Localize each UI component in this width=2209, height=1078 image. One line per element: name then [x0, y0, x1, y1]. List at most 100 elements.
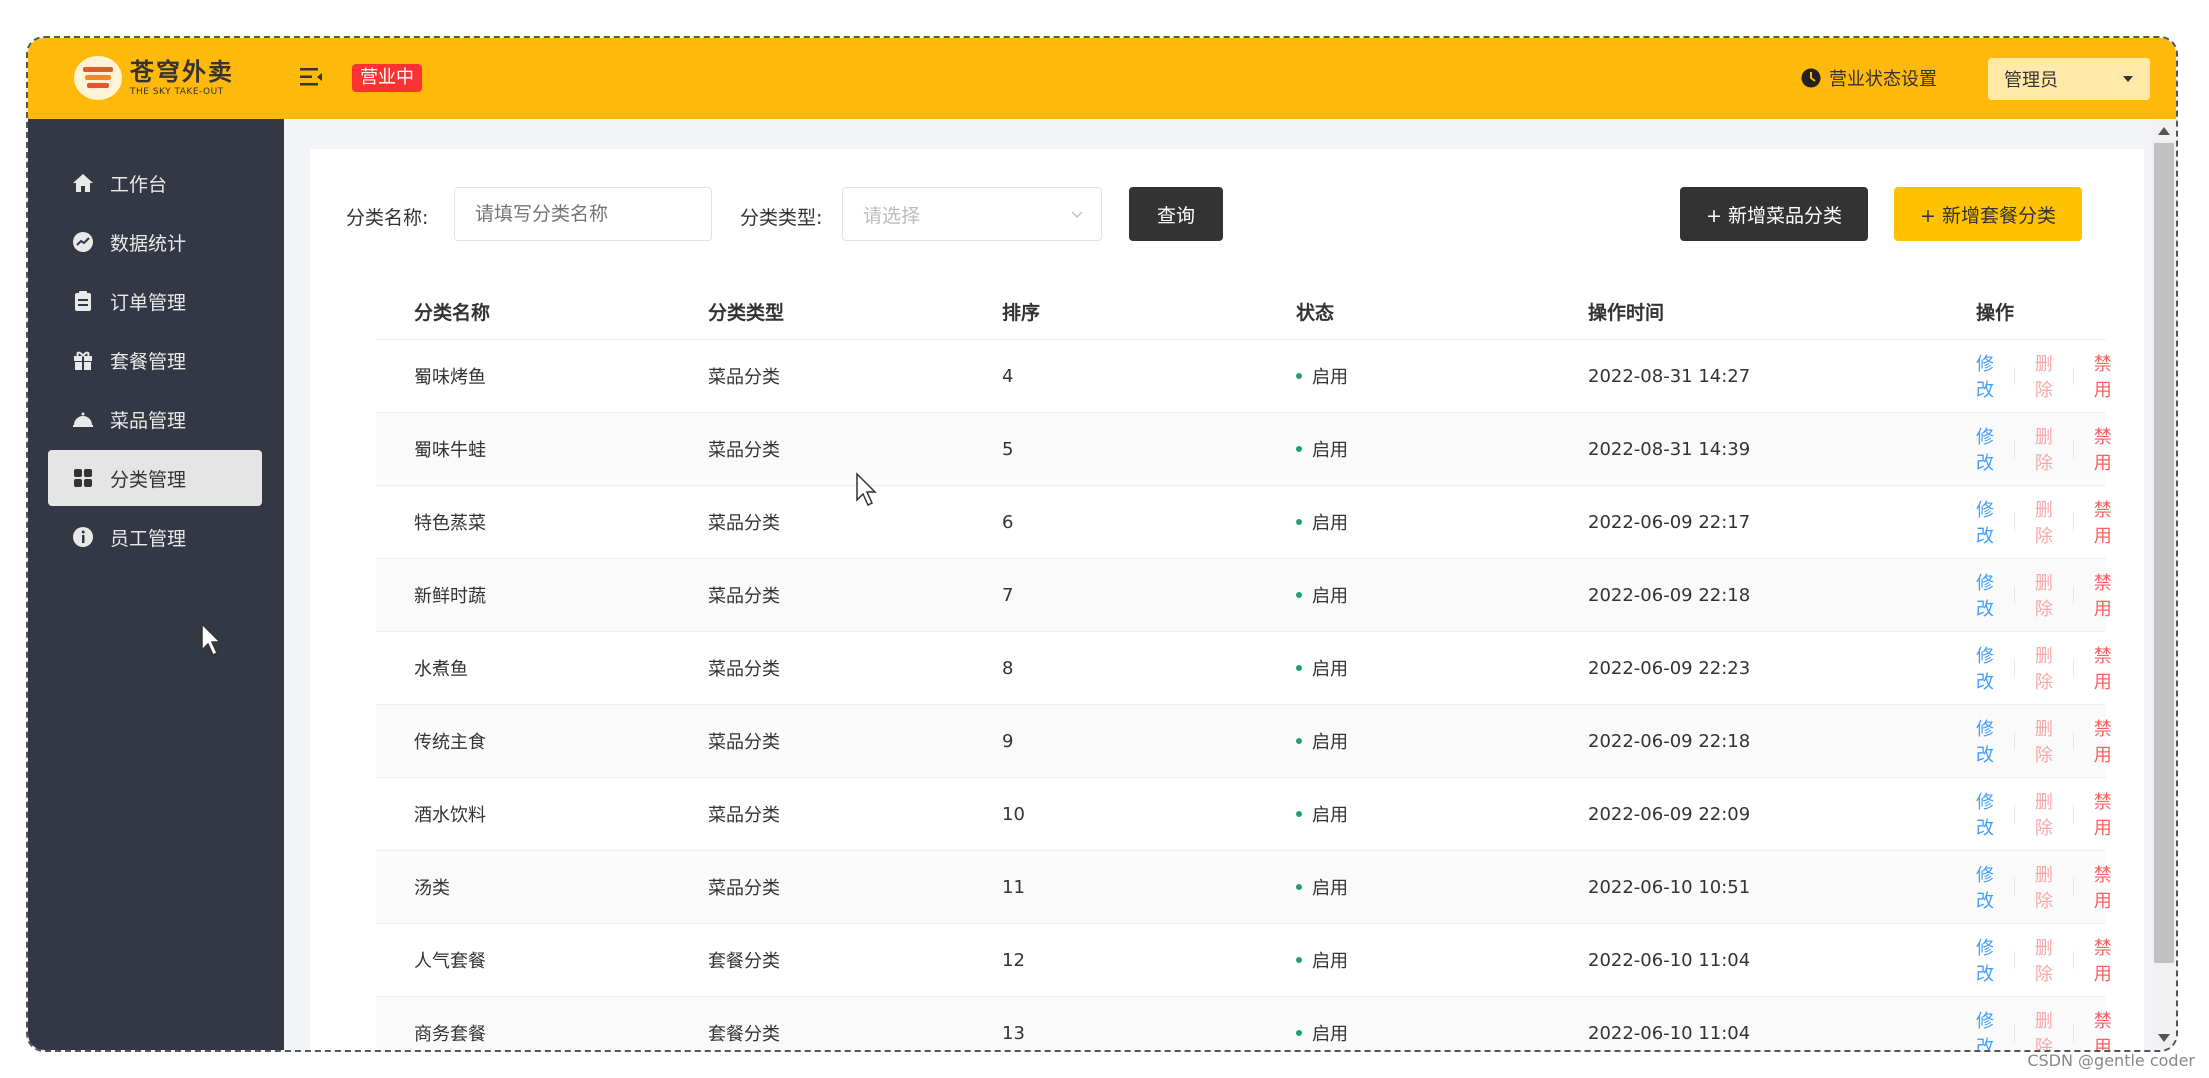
category-name-label: 分类名称: [346, 207, 429, 229]
actions-cell: 修改 删除 禁用 [1976, 924, 2112, 996]
status-cell: 启用 [1296, 997, 1348, 1050]
edit-button[interactable]: 修改 [1976, 569, 1994, 621]
status-text: 启用 [1312, 1024, 1348, 1045]
delete-button[interactable]: 删除 [2035, 788, 2053, 840]
delete-button[interactable]: 删除 [2035, 861, 2053, 913]
column-header: 操作时间 [1588, 301, 1665, 324]
disable-button[interactable]: 禁用 [2094, 788, 2112, 840]
edit-button[interactable]: 修改 [1976, 642, 1994, 694]
table-row: 商务套餐 套餐分类 13 启用 2022-06-10 11:04 修改 删除 禁… [376, 997, 2112, 1050]
scroll-up-icon[interactable] [2158, 127, 2170, 135]
add-dish-category-button[interactable]: + 新增菜品分类 [1680, 187, 1868, 241]
delete-button[interactable]: 删除 [2035, 934, 2053, 986]
status-dot-icon [1296, 884, 1302, 890]
status-dot-icon [1296, 519, 1302, 525]
disable-button[interactable]: 禁用 [2094, 715, 2112, 767]
disable-button[interactable]: 禁用 [2094, 934, 2112, 986]
disable-button[interactable]: 禁用 [2094, 350, 2112, 402]
status-cell: 启用 [1296, 632, 1348, 704]
edit-button[interactable]: 修改 [1976, 1007, 1994, 1050]
status-text: 启用 [1312, 659, 1348, 680]
sort-cell: 11 [1002, 876, 1025, 898]
status-cell: 启用 [1296, 340, 1348, 412]
disable-button[interactable]: 禁用 [2094, 569, 2112, 621]
category-type-cell: 菜品分类 [708, 659, 780, 680]
sidebar-item-employees[interactable]: 员工管理 [48, 509, 262, 565]
vertical-scrollbar[interactable] [2152, 119, 2176, 1050]
disable-button[interactable]: 禁用 [2094, 861, 2112, 913]
delete-button[interactable]: 删除 [2035, 569, 2053, 621]
business-status-setting[interactable]: 营业状态设置 [1801, 65, 1937, 91]
category-name-cell: 传统主食 [414, 732, 486, 753]
logo-icon [74, 56, 122, 100]
category-type-select[interactable]: 请选择 [842, 187, 1102, 241]
disable-button[interactable]: 禁用 [2094, 423, 2112, 475]
category-type-cell: 菜品分类 [708, 440, 780, 461]
edit-button[interactable]: 修改 [1976, 715, 1994, 767]
edit-button[interactable]: 修改 [1976, 861, 1994, 913]
add-setmeal-category-button[interactable]: + 新增套餐分类 [1894, 187, 2082, 241]
edit-button[interactable]: 修改 [1976, 788, 1994, 840]
status-dot-icon [1296, 592, 1302, 598]
update-time-cell: 2022-06-09 22:17 [1588, 511, 1751, 533]
status-cell: 启用 [1296, 778, 1348, 850]
actions-cell: 修改 删除 禁用 [1976, 486, 2112, 558]
sidebar-item-label: 数据统计 [110, 232, 187, 255]
delete-button[interactable]: 删除 [2035, 642, 2053, 694]
clipboard-icon [75, 291, 91, 311]
delete-button[interactable]: 删除 [2035, 1007, 2053, 1050]
disable-button[interactable]: 禁用 [2094, 496, 2112, 548]
scrollbar-thumb[interactable] [2154, 143, 2174, 963]
edit-button[interactable]: 修改 [1976, 934, 1994, 986]
divider [2014, 440, 2015, 458]
category-type-cell: 菜品分类 [708, 586, 780, 607]
sidebar-item-dishes[interactable]: 菜品管理 [48, 391, 262, 447]
sidebar: 工作台 数据统计 订单管理 套餐管理 菜品管理 分类管理 员工管理 [28, 119, 284, 1050]
edit-button[interactable]: 修改 [1976, 350, 1994, 402]
status-dot-icon [1296, 665, 1302, 671]
category-type-label: 分类类型: [740, 207, 823, 229]
sidebar-item-label: 订单管理 [110, 291, 187, 314]
delete-button[interactable]: 删除 [2035, 423, 2053, 475]
divider [2073, 440, 2074, 458]
category-type-cell: 菜品分类 [708, 513, 780, 534]
logo-title: 苍穹外卖 [130, 57, 234, 86]
divider [2014, 805, 2015, 823]
scroll-down-icon[interactable] [2158, 1034, 2170, 1042]
menu-collapse-icon[interactable] [300, 66, 324, 88]
category-name-input[interactable] [454, 187, 712, 241]
status-dot-icon [1296, 957, 1302, 963]
delete-button[interactable]: 删除 [2035, 496, 2053, 548]
status-text: 启用 [1312, 878, 1348, 899]
edit-button[interactable]: 修改 [1976, 496, 1994, 548]
delete-button[interactable]: 删除 [2035, 350, 2053, 402]
category-name-cell: 汤类 [414, 878, 450, 899]
category-type-placeholder: 请选择 [863, 204, 921, 227]
status-dot-icon [1296, 1030, 1302, 1036]
category-name-cell: 水煮鱼 [414, 659, 468, 680]
delete-button[interactable]: 删除 [2035, 715, 2053, 767]
edit-button[interactable]: 修改 [1976, 423, 1994, 475]
divider [2073, 878, 2074, 896]
sidebar-item-workbench[interactable]: 工作台 [48, 155, 262, 211]
info-icon [73, 527, 93, 547]
sidebar-item-setmeal[interactable]: 套餐管理 [48, 332, 262, 388]
sidebar-item-orders[interactable]: 订单管理 [48, 273, 262, 329]
divider [2073, 732, 2074, 750]
query-button[interactable]: 查询 [1129, 187, 1223, 241]
update-time-cell: 2022-06-09 22:23 [1588, 657, 1751, 679]
divider [2014, 659, 2015, 677]
category-name-cell: 新鲜时蔬 [414, 586, 486, 607]
status-text: 启用 [1312, 732, 1348, 753]
category-type-cell: 菜品分类 [708, 732, 780, 753]
disable-button[interactable]: 禁用 [2094, 1007, 2112, 1050]
divider [2014, 951, 2015, 969]
actions-cell: 修改 删除 禁用 [1976, 559, 2112, 631]
divider [2073, 513, 2074, 531]
disable-button[interactable]: 禁用 [2094, 642, 2112, 694]
user-dropdown[interactable]: 管理员 [1988, 58, 2150, 100]
status-dot-icon [1296, 738, 1302, 744]
sidebar-item-statistics[interactable]: 数据统计 [48, 214, 262, 270]
sidebar-item-categories[interactable]: 分类管理 [48, 450, 262, 506]
table-row: 酒水饮料 菜品分类 10 启用 2022-06-09 22:09 修改 删除 禁… [376, 778, 2112, 851]
